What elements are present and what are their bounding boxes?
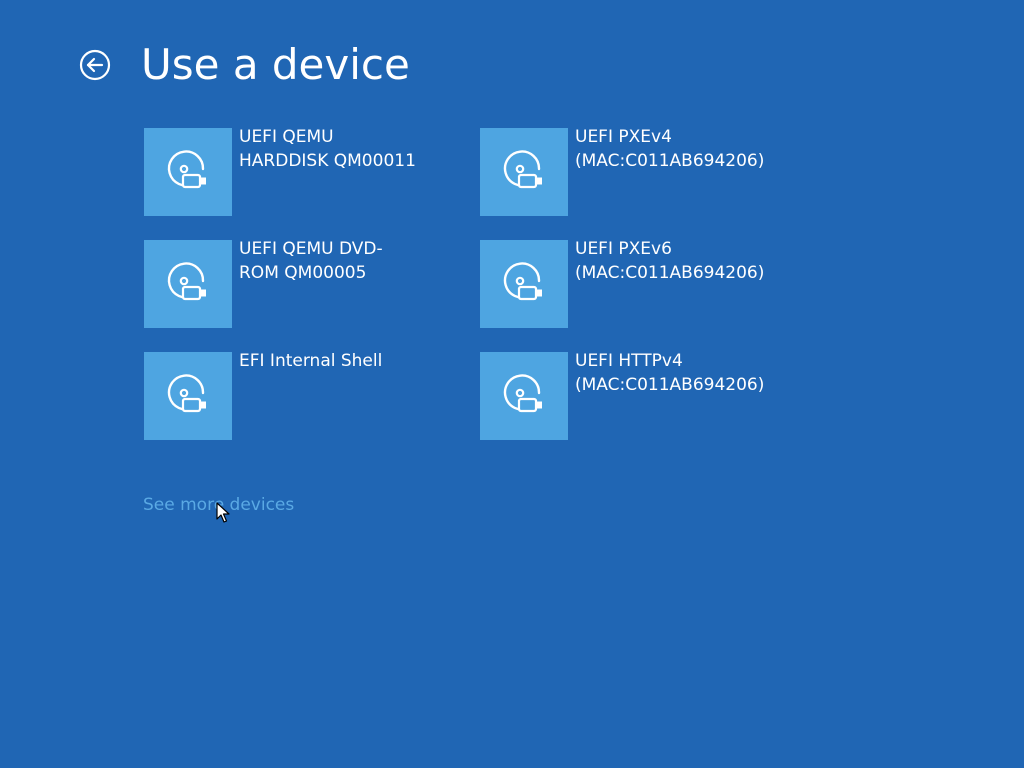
back-arrow-circle-icon xyxy=(79,49,111,81)
disk-drive-icon xyxy=(503,262,542,301)
device-tile-efi-internal-shell[interactable]: EFI Internal Shell xyxy=(144,351,464,440)
mouse-pointer-icon xyxy=(216,502,230,523)
device-label: UEFI HTTPv4 (MAC:C011AB694206) xyxy=(575,351,765,395)
device-tile-icon-box xyxy=(144,240,232,328)
device-label: EFI Internal Shell xyxy=(239,351,383,371)
disk-drive-icon xyxy=(503,150,542,189)
device-tile-uefi-pxev6[interactable]: UEFI PXEv6 (MAC:C011AB694206) xyxy=(480,239,800,328)
disk-drive-icon xyxy=(167,150,206,189)
disk-drive-icon xyxy=(503,374,542,413)
device-tile-uefi-pxev4[interactable]: UEFI PXEv4 (MAC:C011AB694206) xyxy=(480,127,800,216)
device-tile-icon-box xyxy=(480,128,568,216)
device-tile-uefi-httpv4[interactable]: UEFI HTTPv4 (MAC:C011AB694206) xyxy=(480,351,800,440)
device-label: UEFI QEMU DVD- ROM QM00005 xyxy=(239,239,383,283)
disk-drive-icon xyxy=(167,262,206,301)
back-button[interactable] xyxy=(79,49,111,81)
device-label: UEFI PXEv4 (MAC:C011AB694206) xyxy=(575,127,765,171)
page-title: Use a device xyxy=(141,40,410,89)
device-label: UEFI QEMU HARDDISK QM00011 xyxy=(239,127,416,171)
device-tile-icon-box xyxy=(144,128,232,216)
disk-drive-icon xyxy=(167,374,206,413)
device-tile-icon-box xyxy=(144,352,232,440)
boot-options-screen: Use a device UEFI QEMU HARDDISK QM00011 … xyxy=(0,0,1024,768)
device-tile-uefi-qemu-dvd-rom[interactable]: UEFI QEMU DVD- ROM QM00005 xyxy=(144,239,464,328)
device-tile-icon-box xyxy=(480,240,568,328)
device-tile-uefi-qemu-harddisk[interactable]: UEFI QEMU HARDDISK QM00011 xyxy=(144,127,464,216)
device-label: UEFI PXEv6 (MAC:C011AB694206) xyxy=(575,239,765,283)
device-tile-icon-box xyxy=(480,352,568,440)
